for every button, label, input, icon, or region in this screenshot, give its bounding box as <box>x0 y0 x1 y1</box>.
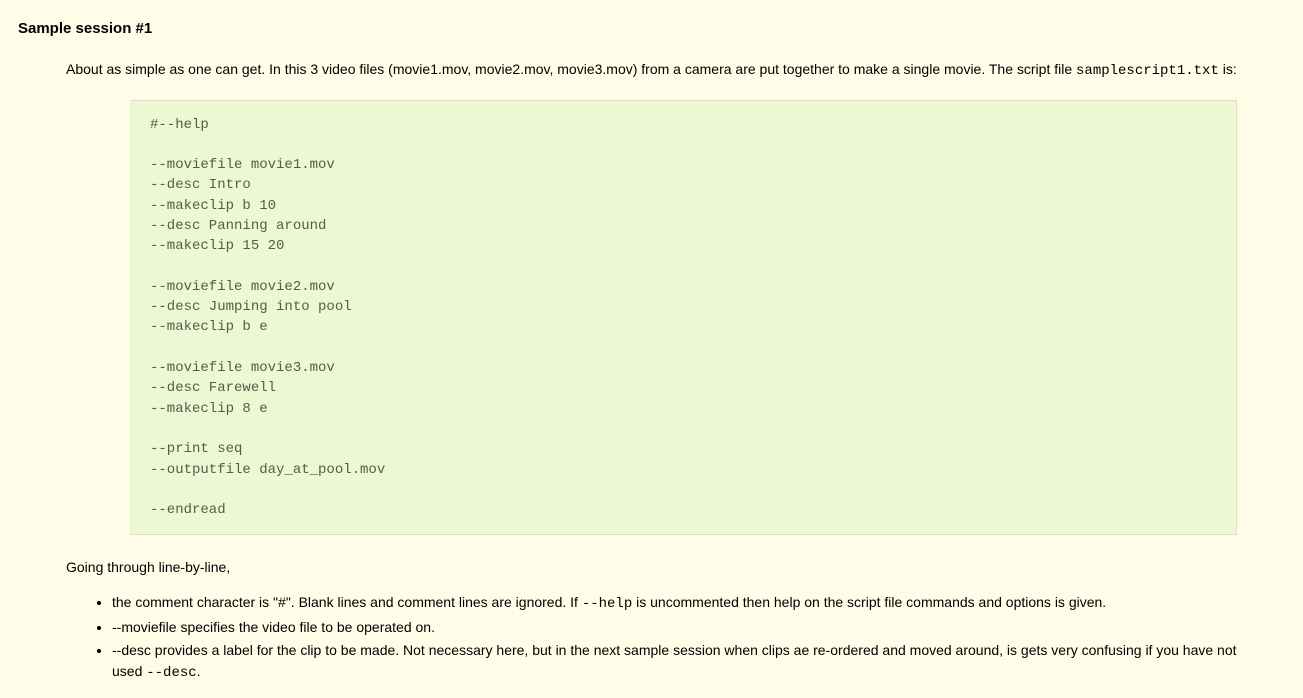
list-item: --desc provides a label for the clip to … <box>112 640 1267 684</box>
line-by-line-label: Going through line-by-line, <box>66 557 1285 578</box>
inline-code: --help <box>582 596 632 612</box>
intro-text-after: is: <box>1219 61 1237 77</box>
list-item: the comment character is "#". Blank line… <box>112 592 1267 615</box>
bullet-text: . <box>197 663 201 679</box>
intro-paragraph: About as simple as one can get. In this … <box>66 59 1267 82</box>
bullet-text: --desc provides a label for the clip to … <box>112 642 1237 679</box>
script-filename: samplescript1.txt <box>1076 63 1219 79</box>
script-code-block: #--help --moviefile movie1.mov --desc In… <box>130 100 1237 536</box>
list-item: --moviefile specifies the video file to … <box>112 617 1267 638</box>
bullet-text: --moviefile specifies the video file to … <box>112 619 435 635</box>
notes-list: the comment character is "#". Blank line… <box>88 592 1267 684</box>
inline-code: --desc <box>146 665 196 681</box>
bullet-text: the comment character is "#". Blank line… <box>112 594 582 610</box>
bullet-text: is uncommented then help on the script f… <box>632 594 1106 610</box>
section-heading: Sample session #1 <box>18 18 1285 41</box>
intro-text-before: About as simple as one can get. In this … <box>66 61 1076 77</box>
